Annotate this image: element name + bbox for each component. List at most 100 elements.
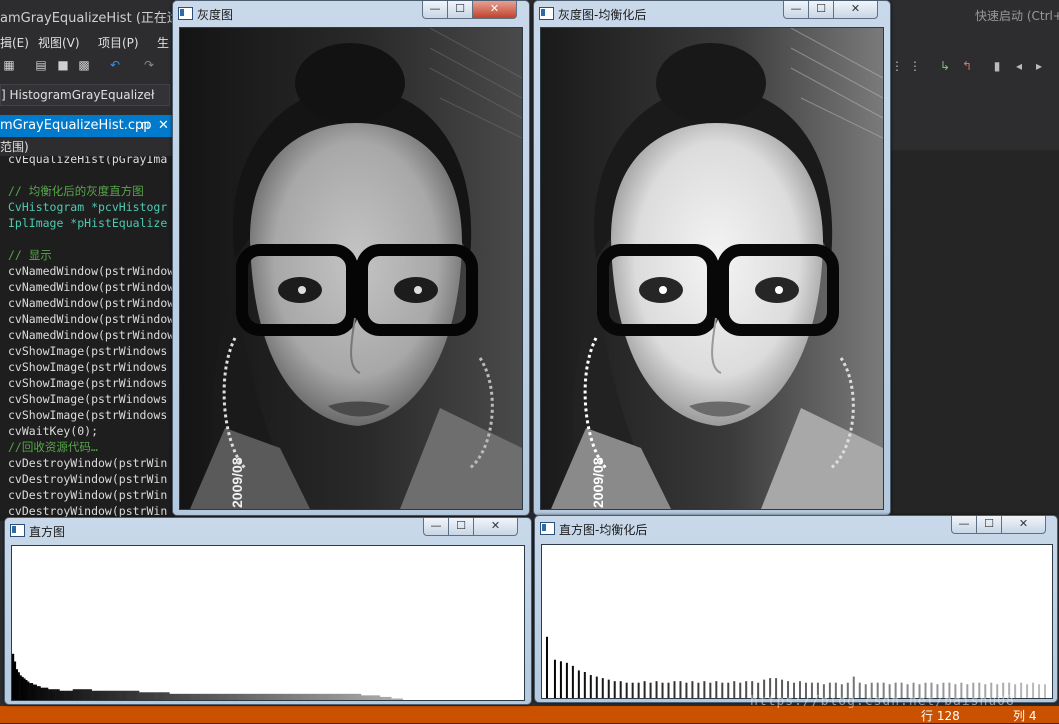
- histogram-bar: [59, 690, 62, 700]
- window-equalized-image[interactable]: 灰度图-均衡化后 — ☐ ✕ 2009/08: [533, 0, 891, 516]
- histogram-bar: [239, 693, 242, 700]
- save-icon[interactable]: ■: [56, 58, 70, 72]
- histogram-bar: [643, 681, 646, 698]
- code-editor[interactable]: cvEqualizeHist(pGrayIma // 均衡化后的灰度直方图 CvHi…: [0, 156, 175, 521]
- histogram-bar: [161, 692, 165, 700]
- histogram-bar: [379, 696, 383, 700]
- close-button[interactable]: ✕: [472, 1, 517, 19]
- histogram-bar: [360, 695, 364, 700]
- window-histogram-equalized[interactable]: 直方图-均衡化后 — ☐ ✕: [534, 515, 1058, 703]
- histogram-bar: [631, 682, 634, 698]
- histogram-bar: [326, 693, 329, 700]
- solution-config-dropdown[interactable]: ] HistogramGrayEqualizeł: [0, 84, 170, 106]
- histogram-bar: [637, 682, 640, 698]
- histogram-bar: [74, 689, 77, 700]
- histogram-bar: [53, 689, 56, 700]
- maximize-button[interactable]: ☐: [447, 1, 473, 19]
- menu-view[interactable]: 视图(V): [38, 34, 80, 51]
- menu-project[interactable]: 项目(P): [98, 34, 139, 51]
- histogram-bar: [65, 690, 68, 700]
- histogram-bar: [173, 693, 176, 700]
- menu-build[interactable]: 生: [157, 34, 169, 51]
- histogram-bar: [195, 693, 199, 700]
- vs-menu-bar: 揖(E) 视图(V) 项目(P) 生: [0, 30, 175, 54]
- minimize-button[interactable]: —: [951, 516, 977, 534]
- gray-image-view: 2009/08: [179, 27, 523, 510]
- next-bookmark-icon[interactable]: ▸: [1032, 59, 1046, 73]
- histogram-bar: [691, 681, 694, 698]
- vs-window-title: amGrayEqualizeHist (正在运行: [0, 11, 193, 26]
- histogram-bar: [32, 684, 36, 700]
- histogram-bar: [116, 690, 119, 700]
- histogram-bar: [159, 692, 163, 700]
- histogram-bar: [93, 690, 96, 700]
- window-histogram[interactable]: 直方图 — ☐ ✕: [4, 517, 532, 705]
- minimize-button[interactable]: —: [422, 1, 448, 19]
- code-line: cvShowImage(pstrWindows: [8, 408, 168, 422]
- open-file-icon[interactable]: ▤: [34, 58, 48, 72]
- maximize-button[interactable]: ☐: [976, 516, 1002, 534]
- toolbar-icon[interactable]: ⋮: [890, 59, 904, 73]
- histogram-bar: [133, 690, 136, 700]
- code-line: cvShowImage(pstrWindows: [8, 392, 168, 406]
- histogram-bar: [118, 690, 121, 700]
- tab-label: mGrayEqualizeHist.cpp: [0, 118, 152, 133]
- scope-dropdown[interactable]: 范围): [0, 138, 175, 156]
- histogram-bar: [87, 689, 91, 700]
- maximize-button[interactable]: ☐: [448, 518, 474, 536]
- minimize-button[interactable]: —: [783, 1, 809, 19]
- redo-icon[interactable]: ↷: [142, 58, 156, 72]
- menu-edit[interactable]: 揖(E): [0, 34, 29, 51]
- prev-bookmark-icon[interactable]: ◂: [1012, 59, 1026, 73]
- histogram-bar: [266, 693, 269, 700]
- window-gray-image[interactable]: 灰度图 — ☐ ✕ 2009/08: [172, 0, 530, 516]
- histogram-bar: [57, 689, 60, 700]
- histogram-bar: [285, 693, 288, 700]
- histogram-bar: [169, 693, 172, 700]
- close-button[interactable]: ✕: [833, 1, 878, 19]
- close-button[interactable]: ✕: [1001, 516, 1046, 534]
- histogram-bar: [233, 693, 237, 700]
- code-line: cvWaitKey(0);: [8, 424, 99, 438]
- histogram-bar: [207, 693, 210, 700]
- histogram-bar: [184, 693, 187, 700]
- histogram-bar: [745, 681, 748, 698]
- undo-icon[interactable]: ↶: [108, 58, 122, 72]
- tab-source-file[interactable]: mGrayEqualizeHist.cpp ⊓ ✕: [0, 115, 172, 137]
- toolbar-icon[interactable]: ⋮: [908, 59, 922, 73]
- close-button[interactable]: ✕: [473, 518, 518, 536]
- new-project-icon[interactable]: ▦: [2, 58, 16, 72]
- histogram-bar: [38, 686, 41, 700]
- histogram-bar: [249, 693, 252, 700]
- histogram-bar: [85, 689, 89, 700]
- bookmark-icon[interactable]: ▮: [990, 59, 1004, 73]
- histogram-bar: [34, 684, 37, 700]
- vs-toolbar: ▦ ▤ ■ ▩ ↶ ↷: [0, 54, 175, 80]
- histogram-bar: [84, 689, 87, 700]
- histogram-bar: [211, 693, 214, 700]
- histogram-bar: [254, 693, 257, 700]
- histogram-bar: [70, 690, 73, 700]
- save-all-icon[interactable]: ▩: [77, 58, 91, 72]
- histogram-bar: [709, 682, 712, 698]
- pin-icon[interactable]: ⊓: [141, 115, 150, 137]
- window-app-icon: [10, 524, 25, 537]
- close-tab-icon[interactable]: ✕: [158, 115, 169, 137]
- histogram-bar: [1020, 682, 1023, 698]
- histogram-bar: [142, 692, 146, 700]
- histogram-bar: [309, 693, 312, 700]
- bookmark-remove-icon[interactable]: ↰: [960, 59, 974, 73]
- histogram-bar: [220, 693, 223, 700]
- minimize-button[interactable]: —: [423, 518, 449, 536]
- histogram-bar: [228, 693, 231, 700]
- histogram-bar: [685, 682, 688, 698]
- bookmark-add-icon[interactable]: ↳: [938, 59, 952, 73]
- histogram-bar: [201, 693, 204, 700]
- histogram-bar: [336, 693, 339, 700]
- histogram-bar: [338, 693, 341, 700]
- maximize-button[interactable]: ☐: [808, 1, 834, 19]
- histogram-bar: [30, 683, 34, 700]
- histogram-bar: [68, 690, 72, 700]
- quick-launch-input[interactable]: 快速启动 (Ctrl+: [975, 7, 1059, 24]
- histogram-bar: [156, 692, 159, 700]
